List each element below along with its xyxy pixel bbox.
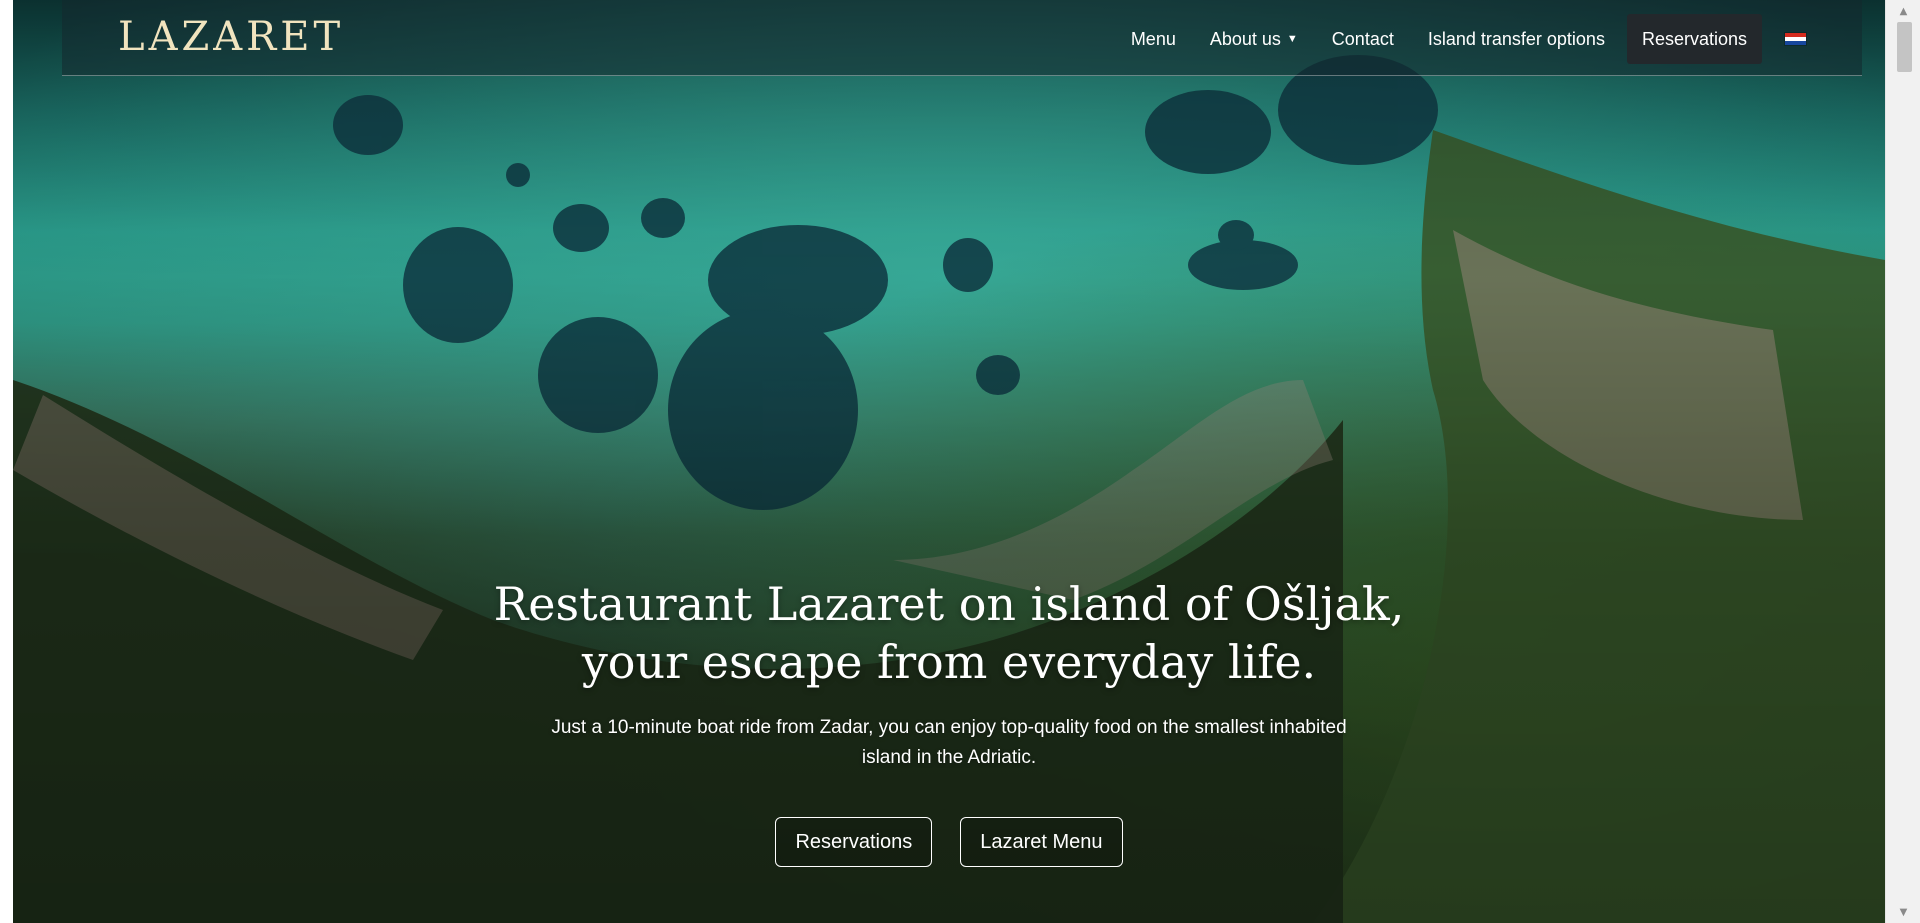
scroll-down-arrow-icon[interactable]: ▼: [1886, 903, 1920, 921]
scroll-up-arrow-icon[interactable]: ▲: [1886, 2, 1920, 20]
nav-item-about-us-label: About us: [1209, 28, 1281, 49]
hero-headline: Restaurant Lazaret on island of Ošljak, …: [493, 577, 1405, 689]
hero-section: LAZARET Menu About us ▼ Contact Island t…: [13, 0, 1885, 923]
nav-item-island-transfer[interactable]: Island transfer options: [1428, 29, 1605, 50]
top-navbar: LAZARET Menu About us ▼ Contact Island t…: [62, 0, 1862, 76]
nav-reservations-button[interactable]: Reservations: [1626, 14, 1762, 64]
reservations-button[interactable]: Reservations: [775, 817, 933, 867]
nav-item-contact[interactable]: Contact: [1332, 29, 1394, 50]
lazaret-menu-button[interactable]: Lazaret Menu: [960, 817, 1123, 867]
hero-content: Restaurant Lazaret on island of Ošljak, …: [13, 575, 1885, 867]
croatia-flag-icon[interactable]: [1784, 32, 1807, 46]
caret-down-icon: ▼: [1286, 33, 1298, 45]
page-left-margin: [0, 0, 13, 923]
logo[interactable]: LAZARET: [118, 14, 344, 60]
nav-item-menu[interactable]: Menu: [1131, 29, 1176, 50]
main-nav: Menu About us ▼ Contact Island transfer …: [1131, 14, 1807, 64]
hero-cta-row: Reservations Lazaret Menu: [13, 817, 1885, 867]
page-scrollbar[interactable]: ▲ ▼: [1885, 0, 1920, 923]
hero-subtext: Just a 10-minute boat ride from Zadar, y…: [551, 717, 1347, 768]
scrollbar-thumb[interactable]: [1897, 22, 1912, 72]
nav-item-about-us[interactable]: About us ▼: [1210, 29, 1298, 50]
